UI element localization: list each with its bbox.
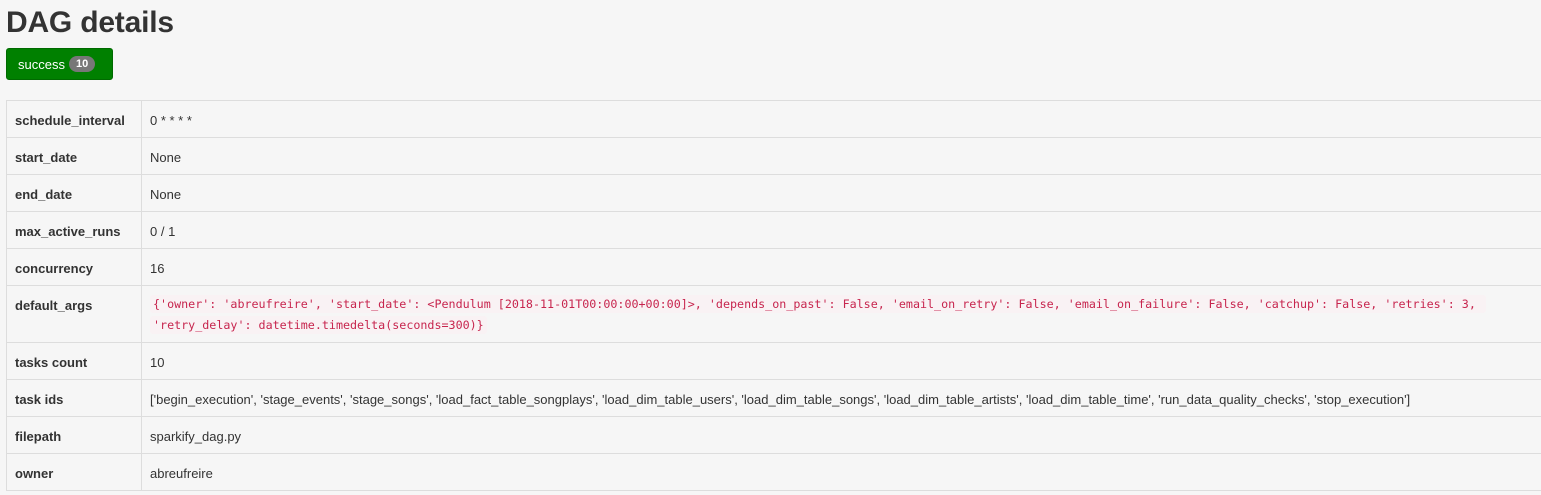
table-row: end_date None	[6, 174, 1541, 212]
page-title: DAG details	[6, 6, 174, 39]
state-count-badge: 10	[68, 56, 96, 72]
detail-key: default_args	[6, 285, 142, 343]
detail-key: schedule_interval	[6, 100, 142, 138]
detail-value: abreufreire	[141, 453, 1541, 491]
detail-key: filepath	[6, 416, 142, 454]
table-row: max_active_runs 0 / 1	[6, 211, 1541, 249]
default-args-wrapper: {'owner': 'abreufreire', 'start_date': <…	[150, 294, 1486, 336]
table-row: default_args {'owner': 'abreufreire', 's…	[6, 285, 1541, 343]
detail-value: 0 / 1	[141, 211, 1541, 249]
table-row: task ids ['begin_execution', 'stage_even…	[6, 379, 1541, 417]
detail-value: None	[141, 174, 1541, 212]
detail-key: owner	[6, 453, 142, 491]
detail-value: 16	[141, 248, 1541, 286]
detail-value: 0 * * * *	[141, 100, 1541, 138]
table-row: concurrency 16	[6, 248, 1541, 286]
detail-value: ['begin_execution', 'stage_events', 'sta…	[141, 379, 1541, 417]
state-label: success	[18, 56, 65, 72]
detail-value: sparkify_dag.py	[141, 416, 1541, 454]
detail-key: max_active_runs	[6, 211, 142, 249]
detail-key: end_date	[6, 174, 142, 212]
table-row: schedule_interval 0 * * * *	[6, 100, 1541, 138]
table-row: start_date None	[6, 137, 1541, 175]
detail-key: tasks count	[6, 342, 142, 380]
default-args-cell: {'owner': 'abreufreire', 'start_date': <…	[141, 285, 1541, 343]
default-args-code: {'owner': 'abreufreire', 'start_date': <…	[150, 295, 1486, 334]
success-state-button[interactable]: success 10	[6, 48, 113, 80]
detail-value: None	[141, 137, 1541, 175]
table-row: owner abreufreire	[6, 453, 1541, 491]
detail-key: task ids	[6, 379, 142, 417]
table-row: filepath sparkify_dag.py	[6, 416, 1541, 454]
dag-details-table: schedule_interval 0 * * * * start_date N…	[6, 100, 1541, 491]
table-row: tasks count 10	[6, 342, 1541, 380]
detail-key: start_date	[6, 137, 142, 175]
detail-value: 10	[141, 342, 1541, 380]
detail-key: concurrency	[6, 248, 142, 286]
dag-details-page: DAG details success 10 schedule_interval…	[0, 0, 1541, 495]
